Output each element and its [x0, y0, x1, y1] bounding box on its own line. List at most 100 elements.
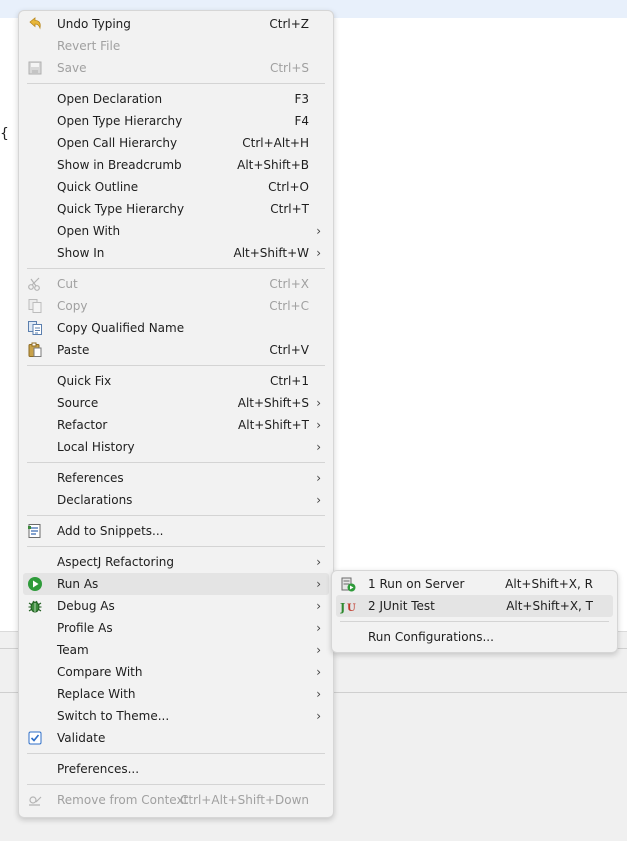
menu-item-save[interactable]: Save Ctrl+S — [19, 57, 333, 79]
menu-item-label: Remove from Context — [57, 793, 189, 807]
menu-item-revert-file[interactable]: Revert File — [19, 35, 333, 57]
chevron-right-icon: › — [316, 396, 321, 410]
menu-item-paste[interactable]: Paste Ctrl+V — [19, 339, 333, 361]
copy-icon — [27, 298, 43, 314]
menu-item-refactor[interactable]: Refactor Alt+Shift+T › — [19, 414, 333, 436]
menu-item-label: Quick Fix — [57, 374, 112, 388]
menu-item-remove-from-context[interactable]: Remove from Context Ctrl+Alt+Shift+Down — [19, 789, 333, 811]
menu-item-declarations[interactable]: Declarations › — [19, 489, 333, 511]
chevron-right-icon: › — [316, 418, 321, 432]
menu-item-debug-as[interactable]: Debug As › — [19, 595, 333, 617]
menu-item-quick-type-hierarchy[interactable]: Quick Type Hierarchy Ctrl+T — [19, 198, 333, 220]
chevron-right-icon: › — [316, 643, 321, 657]
menu-separator — [27, 83, 325, 84]
menu-item-quick-fix[interactable]: Quick Fix Ctrl+1 — [19, 370, 333, 392]
menu-item-label: Run As — [57, 577, 99, 591]
menu-item-open-type-hierarchy[interactable]: Open Type Hierarchy F4 — [19, 110, 333, 132]
menu-separator — [27, 784, 325, 785]
run-on-server-icon — [340, 576, 356, 592]
paste-clipboard-icon — [27, 342, 43, 358]
menu-item-replace-with[interactable]: Replace With › — [19, 683, 333, 705]
menu-item-add-to-snippets[interactable]: Add to Snippets... — [19, 520, 333, 542]
menu-item-shortcut: Ctrl+Alt+H — [242, 136, 309, 150]
junit-icon: JU — [339, 598, 356, 614]
editor-context-menu: Undo Typing Ctrl+Z Revert File Save Ctrl… — [18, 10, 334, 818]
menu-item-compare-with[interactable]: Compare With › — [19, 661, 333, 683]
menu-item-team[interactable]: Team › — [19, 639, 333, 661]
menu-item-cut[interactable]: Cut Ctrl+X — [19, 273, 333, 295]
menu-item-shortcut: Ctrl+C — [269, 299, 309, 313]
menu-item-shortcut: Ctrl+V — [269, 343, 309, 357]
menu-item-shortcut: F3 — [294, 92, 309, 106]
menu-item-open-declaration[interactable]: Open Declaration F3 — [19, 88, 333, 110]
copy-qualified-name-icon — [27, 320, 43, 336]
menu-separator — [27, 462, 325, 463]
submenu-item-junit-test[interactable]: JU 2 JUnit Test Alt+Shift+X, T — [336, 595, 613, 617]
menu-separator — [27, 268, 325, 269]
menu-item-quick-outline[interactable]: Quick Outline Ctrl+O — [19, 176, 333, 198]
menu-item-label: AspectJ Refactoring — [57, 555, 175, 569]
menu-item-preferences[interactable]: Preferences... — [19, 758, 333, 780]
chevron-right-icon: › — [316, 246, 321, 260]
menu-item-shortcut: F4 — [294, 114, 309, 128]
chevron-right-icon: › — [316, 709, 321, 723]
menu-item-label: Show in Breadcrumb — [57, 158, 182, 172]
menu-item-shortcut: Alt+Shift+W — [233, 246, 310, 260]
menu-item-shortcut: Ctrl+O — [268, 180, 309, 194]
menu-item-local-history[interactable]: Local History › — [19, 436, 333, 458]
menu-item-label: Local History — [57, 440, 135, 454]
menu-item-label: Preferences... — [57, 762, 140, 776]
menu-item-undo-typing[interactable]: Undo Typing Ctrl+Z — [19, 13, 333, 35]
submenu-item-run-configurations[interactable]: Run Configurations... — [332, 626, 617, 648]
menu-item-validate[interactable]: Validate — [19, 727, 333, 749]
editor-code-brace: { — [0, 126, 9, 142]
scissors-icon — [27, 276, 43, 292]
menu-item-label: Quick Type Hierarchy — [57, 202, 185, 216]
undo-icon — [27, 16, 43, 32]
menu-item-label: Paste — [57, 343, 90, 357]
menu-item-copy[interactable]: Copy Ctrl+C — [19, 295, 333, 317]
menu-item-label: Validate — [57, 731, 106, 745]
menu-item-label: Copy — [57, 299, 88, 313]
chevron-right-icon: › — [316, 621, 321, 635]
chevron-right-icon: › — [316, 665, 321, 679]
menu-item-label: Cut — [57, 277, 78, 291]
menu-item-label: Open Type Hierarchy — [57, 114, 183, 128]
menu-item-label: Undo Typing — [57, 17, 131, 31]
chevron-right-icon: › — [316, 687, 321, 701]
menu-item-show-in[interactable]: Show In Alt+Shift+W › — [19, 242, 333, 264]
menu-item-label: Save — [57, 61, 87, 75]
chevron-right-icon: › — [316, 577, 321, 591]
menu-item-label: Source — [57, 396, 99, 410]
menu-item-label: Team — [57, 643, 89, 657]
menu-separator — [27, 365, 325, 366]
menu-item-open-call-hierarchy[interactable]: Open Call Hierarchy Ctrl+Alt+H — [19, 132, 333, 154]
menu-item-shortcut: Ctrl+S — [269, 61, 309, 75]
menu-item-open-with[interactable]: Open With › — [19, 220, 333, 242]
menu-item-label: Revert File — [57, 39, 121, 53]
menu-item-label: Open Declaration — [57, 92, 163, 106]
menu-item-label: Show In — [57, 246, 105, 260]
menu-item-run-as[interactable]: Run As › — [23, 573, 329, 595]
submenu-item-run-on-server[interactable]: 1 Run on Server Alt+Shift+X, R — [332, 573, 617, 595]
menu-item-references[interactable]: References › — [19, 467, 333, 489]
menu-item-shortcut: Ctrl+1 — [269, 374, 309, 388]
menu-item-copy-qualified-name[interactable]: Copy Qualified Name — [19, 317, 333, 339]
run-icon — [27, 576, 43, 592]
svg-text:J: J — [340, 601, 345, 614]
submenu-item-label: 2 JUnit Test — [368, 599, 435, 613]
menu-item-switch-to-theme[interactable]: Switch to Theme... › — [19, 705, 333, 727]
menu-item-aspectj-refactoring[interactable]: AspectJ Refactoring › — [19, 551, 333, 573]
menu-separator — [27, 515, 325, 516]
menu-item-source[interactable]: Source Alt+Shift+S › — [19, 392, 333, 414]
menu-item-show-in-breadcrumb[interactable]: Show in Breadcrumb Alt+Shift+B — [19, 154, 333, 176]
menu-item-label: Quick Outline — [57, 180, 139, 194]
submenu-item-label: 1 Run on Server — [368, 577, 465, 591]
svg-text:U: U — [347, 603, 356, 614]
menu-item-label: Debug As — [57, 599, 115, 613]
submenu-item-label: Run Configurations... — [368, 630, 494, 644]
save-icon — [27, 60, 43, 76]
menu-item-profile-as[interactable]: Profile As › — [19, 617, 333, 639]
debug-bug-icon — [27, 598, 43, 614]
menu-item-shortcut: Alt+Shift+B — [237, 158, 309, 172]
